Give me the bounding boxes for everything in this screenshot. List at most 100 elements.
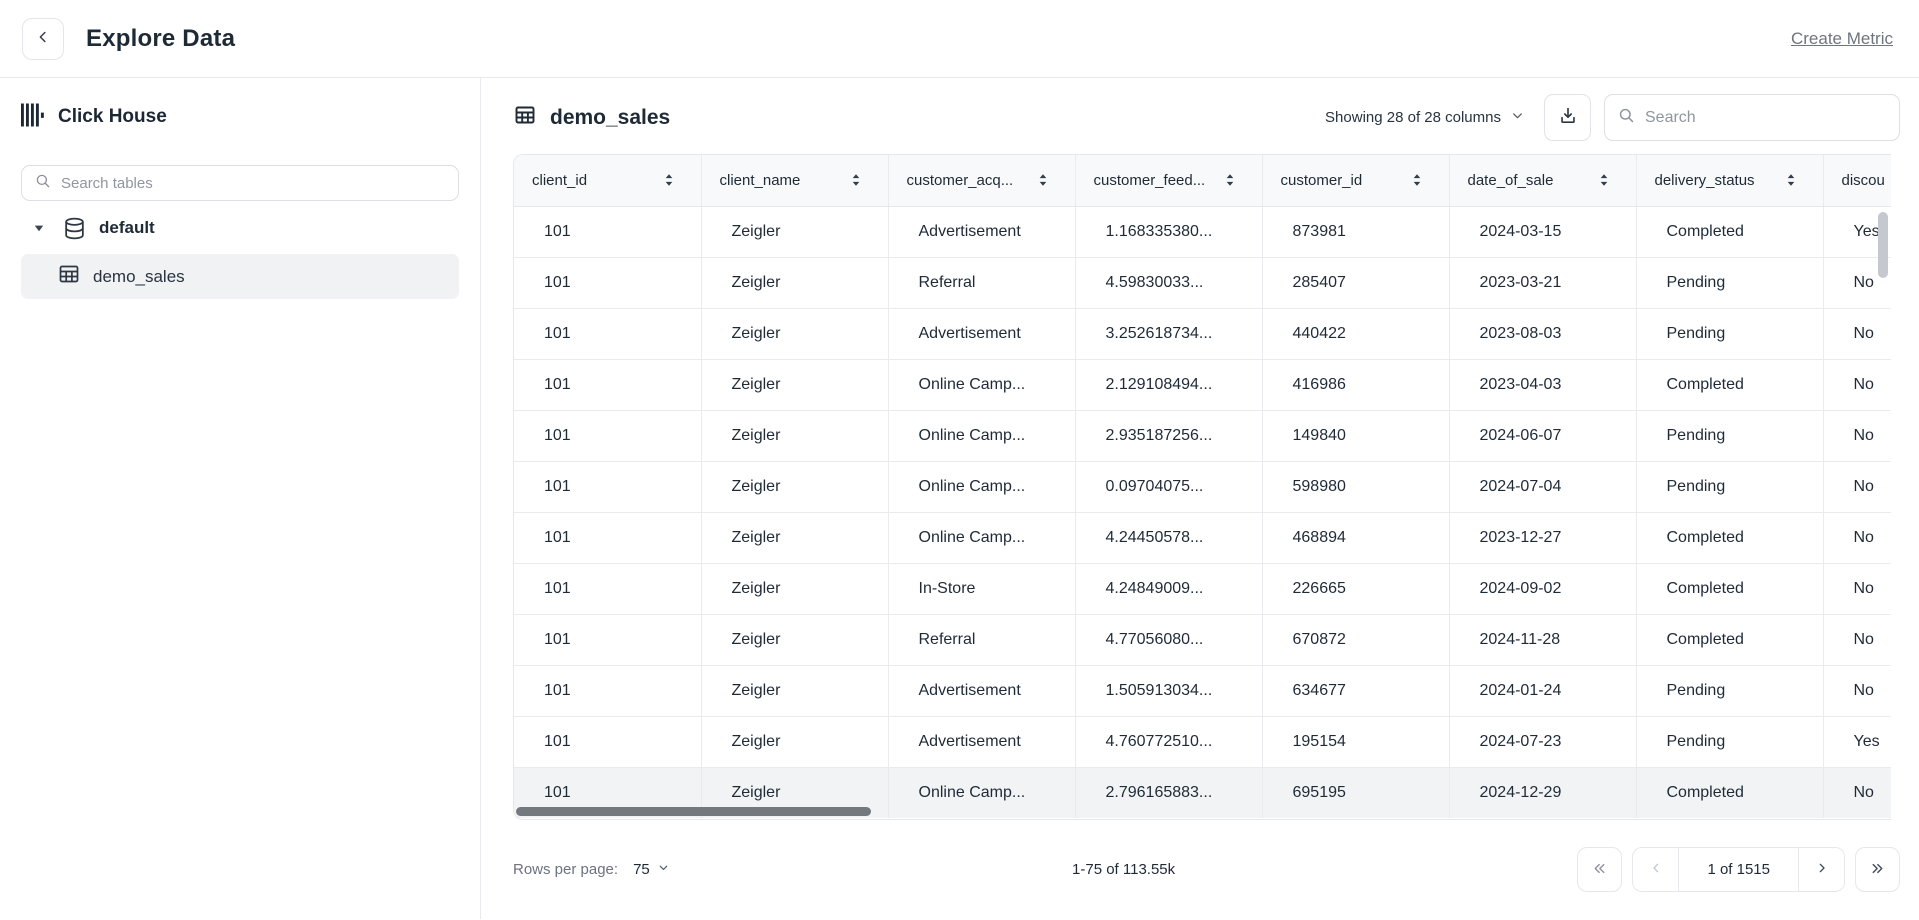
rows-per-page-select[interactable]: 75 (633, 861, 670, 878)
table-row[interactable]: 101ZeiglerReferral4.59830033...285407202… (514, 257, 1891, 308)
table-cell: 634677 (1262, 665, 1449, 716)
table-grid-icon (57, 262, 81, 291)
table-body: 101ZeiglerAdvertisement1.168335380...873… (514, 206, 1891, 818)
sort-icon[interactable] (850, 173, 862, 187)
column-header[interactable]: discou (1823, 155, 1891, 206)
table-cell: 4.24450578... (1075, 512, 1262, 563)
table-cell: No (1823, 563, 1891, 614)
column-header[interactable]: customer_feed... (1075, 155, 1262, 206)
table-cell: Advertisement (888, 308, 1075, 359)
table-cell: Pending (1636, 665, 1823, 716)
table-cell: Zeigler (701, 665, 888, 716)
table-cell: 101 (514, 308, 701, 359)
column-header[interactable]: customer_id (1262, 155, 1449, 206)
column-header[interactable]: client_name (701, 155, 888, 206)
caret-down-icon[interactable] (33, 222, 45, 234)
table-row[interactable]: 101ZeiglerAdvertisement1.168335380...873… (514, 206, 1891, 257)
column-header[interactable]: customer_acq... (888, 155, 1075, 206)
datasource-header: Click House (21, 105, 459, 129)
table-cell: Zeigler (701, 206, 888, 257)
table-cell: 101 (514, 563, 701, 614)
table-cell: No (1823, 665, 1891, 716)
horizontal-scrollbar-thumb[interactable] (516, 807, 871, 816)
table-cell: 195154 (1262, 716, 1449, 767)
chevron-down-icon (657, 861, 670, 878)
table-search-input[interactable] (61, 175, 446, 192)
table-row[interactable]: 101ZeiglerAdvertisement4.760772510...195… (514, 716, 1891, 767)
sort-icon[interactable] (663, 173, 675, 187)
vertical-scrollbar-thumb[interactable] (1878, 212, 1888, 278)
table-cell: No (1823, 512, 1891, 563)
double-chevron-left-icon (1591, 860, 1608, 880)
table-cell: Completed (1636, 512, 1823, 563)
columns-dropdown[interactable]: Showing 28 of 28 columns (1319, 108, 1531, 127)
table-row[interactable]: 101ZeiglerAdvertisement1.505913034...634… (514, 665, 1891, 716)
table-cell: In-Store (888, 563, 1075, 614)
column-header[interactable]: date_of_sale (1449, 155, 1636, 206)
table-cell: No (1823, 767, 1891, 818)
chevron-left-icon (34, 28, 52, 49)
table-cell: Referral (888, 257, 1075, 308)
table-row[interactable]: 101ZeiglerOnline Camp...0.09704075...598… (514, 461, 1891, 512)
table-cell: 101 (514, 206, 701, 257)
table-cell: 4.24849009... (1075, 563, 1262, 614)
table-row[interactable]: 101ZeiglerReferral4.77056080...670872202… (514, 614, 1891, 665)
first-page-button[interactable] (1577, 847, 1622, 892)
column-header[interactable]: client_id (514, 155, 701, 206)
table-row[interactable]: 101ZeiglerOnline Camp...4.24450578...468… (514, 512, 1891, 563)
table-cell: 101 (514, 257, 701, 308)
table-cell: 101 (514, 359, 701, 410)
sort-icon[interactable] (1037, 173, 1049, 187)
download-button[interactable] (1544, 94, 1591, 141)
page-indicator: 1 of 1515 (1678, 848, 1799, 891)
table-cell: Completed (1636, 563, 1823, 614)
next-page-button[interactable] (1799, 848, 1844, 891)
table-cell: Pending (1636, 716, 1823, 767)
table-cell: No (1823, 359, 1891, 410)
table-cell: 101 (514, 512, 701, 563)
data-search-input[interactable] (1645, 109, 1887, 127)
database-icon (62, 216, 87, 241)
database-name: default (99, 218, 155, 238)
create-metric-link[interactable]: Create Metric (1791, 29, 1893, 49)
table-cell: 4.760772510... (1075, 716, 1262, 767)
sort-icon[interactable] (1598, 173, 1610, 187)
column-header[interactable]: delivery_status (1636, 155, 1823, 206)
table-cell: 2.796165883... (1075, 767, 1262, 818)
table-cell: Completed (1636, 206, 1823, 257)
table-cell: 1.168335380... (1075, 206, 1262, 257)
table-row[interactable]: 101ZeiglerOnline Camp...2.935187256...14… (514, 410, 1891, 461)
search-icon (34, 172, 52, 195)
table-cell: 149840 (1262, 410, 1449, 461)
topbar: Explore Data Create Metric (0, 0, 1919, 78)
data-search (1604, 94, 1900, 141)
table-cell: 2023-03-21 (1449, 257, 1636, 308)
last-page-button[interactable] (1855, 847, 1900, 892)
sort-icon[interactable] (1411, 173, 1423, 187)
tree-item-database[interactable]: default (21, 215, 459, 241)
table-row[interactable]: 101ZeiglerAdvertisement3.252618734...440… (514, 308, 1891, 359)
prev-page-button[interactable] (1633, 848, 1678, 891)
table-cell: No (1823, 614, 1891, 665)
clickhouse-logo-icon (21, 103, 44, 132)
sort-icon[interactable] (1785, 173, 1797, 187)
table-cell: 2024-09-02 (1449, 563, 1636, 614)
sidebar-item-demo-sales[interactable]: demo_sales (21, 254, 459, 299)
table-search (21, 165, 459, 201)
table-cell: 2024-01-24 (1449, 665, 1636, 716)
table-cell: 873981 (1262, 206, 1449, 257)
table-cell: 226665 (1262, 563, 1449, 614)
back-button[interactable] (22, 18, 64, 60)
table-row[interactable]: 101ZeiglerIn-Store4.24849009...226665202… (514, 563, 1891, 614)
table-cell: Online Camp... (888, 410, 1075, 461)
table-cell: Zeigler (701, 461, 888, 512)
table-header-row: client_id client_name customer_acq... cu… (514, 155, 1891, 206)
sidebar: Click House default demo_sales (0, 78, 481, 919)
table-cell: Completed (1636, 614, 1823, 665)
main-header: demo_sales Showing 28 of 28 columns (513, 94, 1900, 141)
table-cell: 3.252618734... (1075, 308, 1262, 359)
sort-icon[interactable] (1224, 173, 1236, 187)
table-cell: Pending (1636, 461, 1823, 512)
table-cell: Completed (1636, 767, 1823, 818)
table-row[interactable]: 101ZeiglerOnline Camp...2.129108494...41… (514, 359, 1891, 410)
